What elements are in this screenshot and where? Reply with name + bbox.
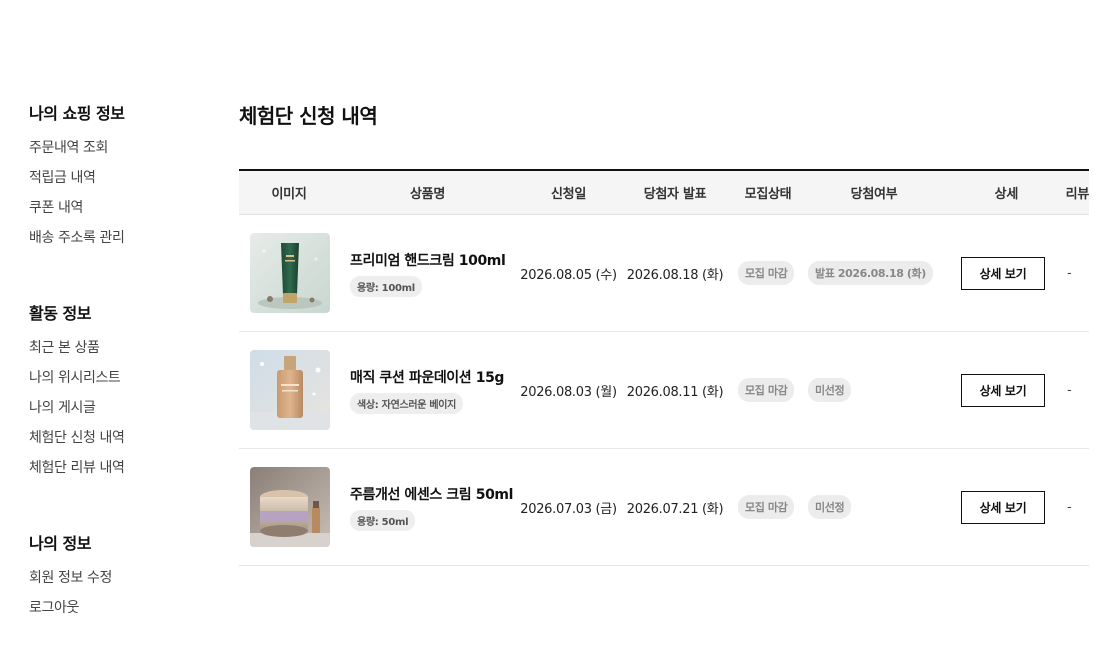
product-image-cell: [239, 350, 339, 430]
sidebar-item-trial-applications[interactable]: 체험단 신청 내역: [29, 428, 125, 458]
sidebar-list: 주문내역 조회 적립금 내역 쿠폰 내역 배송 주소록 관리: [29, 138, 125, 258]
product-name[interactable]: 프리미엄 핸드크림 100ml: [350, 250, 516, 270]
sidebar-section-title: 나의 정보: [29, 534, 91, 553]
view-detail-button[interactable]: 상세 보기: [961, 256, 1045, 290]
sidebar-item-recently-viewed[interactable]: 최근 본 상품: [29, 338, 124, 368]
table-row: 프리미엄 핸드크림 100ml 용량: 100ml 2026.08.05 (수)…: [239, 215, 1089, 332]
column-header-applied-date: 신청일: [551, 187, 586, 202]
review-value: -: [1067, 382, 1072, 398]
trial-application-table: 이미지 상품명 신청일 당첨자 발표 모집상태 당첨여부 상세 리뷰 프리미엄 …: [239, 169, 1089, 566]
sidebar-item-coupons[interactable]: 쿠폰 내역: [29, 198, 124, 228]
product-option-badge: 용량: 100ml: [350, 275, 422, 297]
winner-announcement-date: 2026.08.11 (화): [626, 384, 724, 400]
product-image-cell: [239, 467, 339, 547]
product-name-cell: 매직 쿠션 파운데이션 15g 색상: 자연스러운 베이지: [339, 367, 516, 414]
sidebar-item-wishlist[interactable]: 나의 위시리스트: [29, 368, 124, 398]
product-name[interactable]: 주름개선 에센스 크림 50ml: [350, 484, 516, 504]
detail-cell: 상세 보기: [941, 373, 1045, 407]
sidebar-item-edit-profile[interactable]: 회원 정보 수정: [29, 568, 112, 598]
page-title: 체험단 신청 내역: [239, 104, 378, 128]
column-header-recruit-status: 모집상태: [744, 187, 792, 202]
review-value: -: [1067, 265, 1072, 281]
cushion-foundation-product-image[interactable]: [250, 350, 330, 430]
result-badge: 미선정: [808, 495, 852, 519]
winner-announcement-date: 2026.08.18 (화): [626, 267, 724, 283]
sidebar-item-logout[interactable]: 로그아웃: [29, 598, 112, 628]
product-option-badge: 색상: 자연스러운 베이지: [350, 392, 464, 414]
column-header-review: 리뷰: [1065, 187, 1090, 202]
column-header-product-name: 상품명: [410, 187, 445, 202]
main-content: 체험단 신청 내역 이미지 상품명 신청일 당첨자 발표 모집상태 당첨여부 상…: [239, 102, 1089, 566]
sidebar-section-my-info: 나의 정보 회원 정보 수정 로그아웃: [29, 532, 112, 628]
sidebar-item-points[interactable]: 적립금 내역: [29, 168, 124, 198]
column-header-winner-announcement: 당첨자 발표: [643, 187, 707, 202]
applied-date: 2026.08.03 (월): [520, 384, 617, 400]
recruit-status-cell: 모집 마감: [729, 378, 807, 402]
column-header-detail: 상세: [994, 187, 1019, 202]
hand-cream-product-image[interactable]: [250, 233, 330, 313]
sidebar-list: 회원 정보 수정 로그아웃: [29, 568, 112, 628]
sidebar-section-title: 활동 정보: [29, 304, 91, 323]
recruit-status-badge: 모집 마감: [738, 261, 795, 285]
result-cell: 미선정: [807, 495, 941, 519]
column-header-image: 이미지: [271, 187, 307, 202]
sidebar-list: 최근 본 상품 나의 위시리스트 나의 게시글 체험단 신청 내역 체험단 리뷰…: [29, 338, 125, 488]
column-header-result: 당첨여부: [850, 187, 898, 202]
result-cell: 발표 2026.08.18 (화): [807, 261, 941, 285]
table-row: 주름개선 에센스 크림 50ml 용량: 50ml 2026.07.03 (금)…: [239, 449, 1089, 566]
result-cell: 미선정: [807, 378, 941, 402]
product-option-badge: 용량: 50ml: [350, 509, 416, 531]
review-value: -: [1067, 499, 1072, 515]
view-detail-button[interactable]: 상세 보기: [961, 373, 1045, 407]
view-detail-button[interactable]: 상세 보기: [961, 490, 1045, 524]
applied-date: 2026.07.03 (금): [520, 501, 617, 517]
recruit-status-cell: 모집 마감: [729, 495, 807, 519]
result-badge: 발표 2026.08.18 (화): [808, 261, 933, 285]
sidebar-item-trial-reviews[interactable]: 체험단 리뷰 내역: [29, 458, 125, 488]
sidebar-section-shopping: 나의 쇼핑 정보 주문내역 조회 적립금 내역 쿠폰 내역 배송 주소록 관리: [29, 102, 125, 258]
detail-cell: 상세 보기: [941, 490, 1045, 524]
applied-date: 2026.08.05 (수): [520, 267, 617, 283]
recruit-status-badge: 모집 마감: [738, 378, 795, 402]
product-name-cell: 프리미엄 핸드크림 100ml 용량: 100ml: [339, 250, 516, 297]
product-image-cell: [239, 233, 339, 313]
detail-cell: 상세 보기: [941, 256, 1045, 290]
product-name[interactable]: 매직 쿠션 파운데이션 15g: [350, 367, 516, 387]
table-row: 매직 쿠션 파운데이션 15g 색상: 자연스러운 베이지 2026.08.03…: [239, 332, 1089, 449]
sidebar-section-activity: 활동 정보 최근 본 상품 나의 위시리스트 나의 게시글 체험단 신청 내역 …: [29, 302, 125, 488]
sidebar-section-title: 나의 쇼핑 정보: [29, 104, 125, 123]
recruit-status-cell: 모집 마감: [729, 261, 807, 285]
sidebar-item-order-history[interactable]: 주문내역 조회: [29, 138, 124, 168]
sidebar-item-my-posts[interactable]: 나의 게시글: [29, 398, 124, 428]
recruit-status-badge: 모집 마감: [738, 495, 795, 519]
essence-cream-product-image[interactable]: [250, 467, 330, 547]
result-badge: 미선정: [808, 378, 852, 402]
sidebar-item-address-book[interactable]: 배송 주소록 관리: [29, 228, 125, 258]
winner-announcement-date: 2026.07.21 (화): [626, 501, 724, 517]
product-name-cell: 주름개선 에센스 크림 50ml 용량: 50ml: [339, 484, 516, 531]
table-header: 이미지 상품명 신청일 당첨자 발표 모집상태 당첨여부 상세 리뷰: [239, 171, 1089, 215]
